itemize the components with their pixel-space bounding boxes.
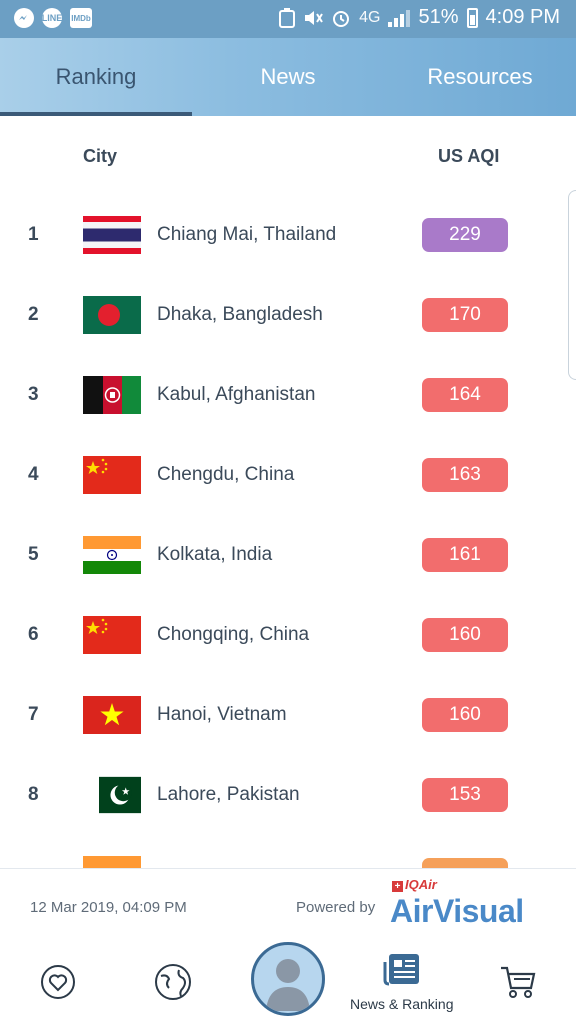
news-icon[interactable] (383, 950, 423, 990)
shop-cart-icon[interactable] (498, 962, 538, 1002)
thailand-flag-icon (83, 216, 141, 254)
aqi-badge: 153 (422, 778, 508, 812)
aqi-badge: 161 (422, 538, 508, 572)
china-flag-icon (83, 616, 141, 654)
rank-number: 6 (28, 624, 39, 645)
city-name: Dhaka, Bangladesh (157, 304, 323, 325)
rank-number: 3 (28, 384, 39, 405)
update-timestamp: 12 Mar 2019, 04:09 PM (30, 899, 187, 916)
aqi-badge: 170 (422, 298, 508, 332)
news-ranking-label: News & Ranking (350, 996, 454, 1012)
aqi-badge: 160 (422, 698, 508, 732)
city-name: Chiang Mai, Thailand (157, 224, 337, 245)
rank-number: 5 (28, 544, 39, 565)
ranking-row[interactable]: 5 Kolkata, India 161 (0, 516, 576, 596)
afghanistan-flag-icon (83, 376, 141, 414)
imdb-icon: IMDb (70, 8, 92, 28)
city-name: Chengdu, China (157, 464, 295, 485)
ranking-row[interactable]: 3 Kabul, Afghanistan 164 (0, 356, 576, 436)
alarm-icon (333, 10, 350, 27)
india-flag-icon (83, 856, 141, 868)
city-name: Kabul, Afghanistan (157, 384, 316, 405)
city-name: Chongqing, China (157, 624, 310, 645)
ranking-row[interactable]: 1 Chiang Mai, Thailand 229 (0, 196, 576, 276)
mute-icon (305, 10, 323, 25)
network-type: 4G (359, 8, 381, 26)
profile-avatar[interactable] (251, 942, 325, 1016)
pakistan-flag-icon (99, 776, 141, 814)
ranking-row-partial[interactable] (0, 836, 576, 868)
tab-resources[interactable]: Resources (384, 38, 576, 116)
status-bar: LINE IMDb 4G 51% 4:09 PM (0, 0, 576, 38)
city-name: Kolkata, India (157, 544, 273, 565)
clock: 4:09 PM (485, 6, 560, 28)
ranking-list[interactable]: 1 Chiang Mai, Thailand 229 2 Dhaka, Banglade… (0, 196, 576, 868)
city-name: Lahore, Pakistan (157, 784, 300, 805)
ranking-row[interactable]: 6 Chongqing, China 160 (0, 596, 576, 676)
bangladesh-flag-icon (83, 296, 141, 334)
aqi-badge (422, 858, 508, 868)
tab-ranking[interactable]: Ranking (0, 38, 192, 116)
powered-by-label: Powered by (296, 899, 376, 916)
tab-news[interactable]: News (192, 38, 384, 116)
rank-number: 4 (28, 464, 39, 485)
favorites-heart-icon[interactable] (38, 962, 78, 1002)
iqair-logo: + IQAir (392, 877, 437, 892)
aqi-badge: 229 (422, 218, 508, 252)
messenger-icon (14, 8, 34, 28)
notification-icons: LINE IMDb (14, 8, 92, 28)
bottom-navigation: News & Ranking (0, 942, 576, 1024)
aqi-badge: 160 (422, 618, 508, 652)
top-tab-bar: Ranking News Resources (0, 38, 576, 116)
rank-number: 7 (28, 704, 39, 725)
footer-bar: 12 Mar 2019, 04:09 PM Powered by + IQAir … (0, 868, 576, 944)
ranking-row[interactable]: 4 Chengdu, China 163 (0, 436, 576, 516)
ranking-row[interactable]: 7 Hanoi, Vietnam 160 (0, 676, 576, 756)
ranking-row[interactable]: 8 Lahore, Pakistan 153 (0, 756, 576, 836)
signal-icon (388, 9, 411, 27)
airvisual-logo[interactable]: AirVisual (390, 893, 524, 930)
rank-number: 1 (28, 224, 39, 245)
aqi-column-header: US AQI (438, 146, 500, 166)
scroll-indicator (568, 190, 576, 380)
battery-icon (466, 7, 478, 28)
rank-number: 2 (28, 304, 39, 325)
city-column-header: City (83, 146, 118, 166)
aqi-badge: 163 (422, 458, 508, 492)
city-name: Hanoi, Vietnam (157, 704, 287, 725)
globe-icon[interactable] (153, 962, 193, 1002)
line-icon: LINE (42, 8, 62, 28)
rank-number: 8 (28, 784, 39, 805)
ranking-row[interactable]: 2 Dhaka, Bangladesh 170 (0, 276, 576, 356)
vietnam-flag-icon (83, 696, 141, 734)
data-saver-icon (279, 7, 296, 28)
india-flag-icon (83, 536, 141, 574)
aqi-badge: 164 (422, 378, 508, 412)
iqair-label: IQAir (405, 877, 437, 892)
battery-percent: 51% (418, 6, 459, 28)
system-status: 4G 51% 4:09 PM (279, 6, 560, 29)
china-flag-icon (83, 456, 141, 494)
